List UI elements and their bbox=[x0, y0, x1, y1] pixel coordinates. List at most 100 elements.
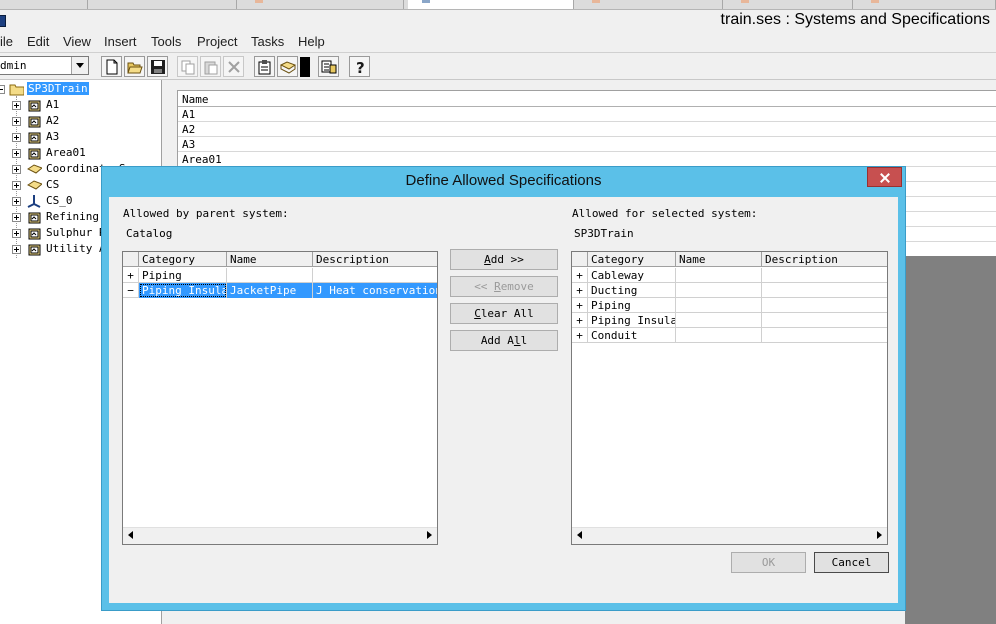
row-toggle[interactable]: + bbox=[572, 283, 588, 298]
clear-all-button[interactable]: Clear All bbox=[450, 303, 558, 324]
expand-icon[interactable] bbox=[12, 197, 21, 206]
copy-button[interactable] bbox=[177, 56, 198, 77]
menu-file[interactable]: ile bbox=[0, 34, 13, 49]
cell-description bbox=[762, 328, 887, 343]
row-toggle[interactable]: + bbox=[123, 268, 139, 283]
ok-button[interactable]: OK bbox=[731, 552, 806, 573]
expand-icon[interactable] bbox=[12, 165, 21, 174]
menu-tools[interactable]: Tools bbox=[151, 34, 181, 49]
system-icon bbox=[28, 212, 41, 224]
list-item[interactable]: Area01 bbox=[178, 152, 996, 167]
expand-icon[interactable] bbox=[12, 149, 21, 158]
expand-icon[interactable] bbox=[12, 117, 21, 126]
column-header-description[interactable]: Description bbox=[313, 252, 437, 267]
menu-insert[interactable]: Insert bbox=[104, 34, 137, 49]
tree-item[interactable]: A1 bbox=[0, 97, 160, 113]
paste-button[interactable] bbox=[200, 56, 221, 77]
table-row[interactable]: +Piping Insulation bbox=[572, 313, 887, 328]
column-header-category[interactable]: Category bbox=[139, 252, 227, 267]
tab-piece[interactable] bbox=[92, 0, 237, 9]
tree-item-root[interactable]: SP3DTrain bbox=[0, 81, 160, 97]
selected-spec-grid[interactable]: Category Name Description + Cableway + Duct… bbox=[571, 251, 888, 545]
chevron-down-icon[interactable] bbox=[71, 57, 88, 74]
open-button[interactable] bbox=[124, 56, 145, 77]
table-row[interactable]: + Piping bbox=[572, 298, 887, 313]
filter-button[interactable] bbox=[277, 56, 298, 77]
expand-icon[interactable] bbox=[12, 245, 21, 254]
cancel-button[interactable]: Cancel bbox=[814, 552, 889, 573]
parent-spec-grid[interactable]: Category Name Description + Piping − Piping… bbox=[122, 251, 438, 545]
scroll-right-icon[interactable] bbox=[427, 531, 432, 539]
tab-piece[interactable] bbox=[578, 0, 723, 9]
menu-tasks[interactable]: Tasks bbox=[251, 34, 284, 49]
tree-item[interactable]: A2 bbox=[0, 113, 160, 129]
expand-icon[interactable] bbox=[12, 133, 21, 142]
row-header-corner bbox=[123, 252, 139, 267]
horizontal-scrollbar[interactable] bbox=[572, 527, 887, 544]
table-row[interactable]: + Conduit bbox=[572, 328, 887, 343]
grid-header: Category Name Description bbox=[123, 252, 437, 267]
list-item[interactable]: A2 bbox=[178, 122, 996, 137]
table-row[interactable]: −Piping InsulationJacketPipeJ Heat conse… bbox=[123, 283, 437, 298]
cell-description bbox=[762, 298, 887, 313]
workspace-icon bbox=[321, 60, 337, 74]
column-header-description[interactable]: Description bbox=[762, 252, 887, 267]
table-row[interactable]: + Piping bbox=[123, 268, 437, 283]
row-toggle[interactable]: + bbox=[572, 268, 588, 283]
column-header-name[interactable]: Name bbox=[227, 252, 313, 267]
menu-project[interactable]: Project bbox=[197, 34, 237, 49]
help-button[interactable]: ? bbox=[349, 56, 370, 77]
menu-help[interactable]: Help bbox=[298, 34, 325, 49]
dialog-client-area: Allowed by parent system: Catalog Allowe… bbox=[109, 197, 898, 603]
workspace-button[interactable] bbox=[318, 56, 339, 77]
table-row[interactable]: + Ducting bbox=[572, 283, 887, 298]
collapse-icon[interactable] bbox=[0, 85, 5, 94]
row-toggle[interactable]: − bbox=[123, 283, 139, 298]
horizontal-scrollbar[interactable] bbox=[123, 527, 437, 544]
column-header-category[interactable]: Category bbox=[588, 252, 676, 267]
tab-piece[interactable] bbox=[241, 0, 404, 9]
scroll-left-icon[interactable] bbox=[577, 531, 582, 539]
row-toggle[interactable]: + bbox=[572, 313, 588, 328]
user-combo-value: dmin bbox=[0, 59, 27, 72]
user-combo[interactable]: dmin bbox=[0, 56, 89, 75]
list-item[interactable]: A3 bbox=[178, 137, 996, 152]
tab-piece[interactable] bbox=[857, 0, 996, 9]
list-header-name[interactable]: Name bbox=[178, 91, 996, 107]
tab-piece-active[interactable] bbox=[408, 0, 574, 9]
expand-icon[interactable] bbox=[12, 181, 21, 190]
row-toggle[interactable]: + bbox=[572, 298, 588, 313]
svg-text:?: ? bbox=[356, 59, 365, 75]
add-button[interactable]: Add >> bbox=[450, 249, 558, 270]
tree-item-label: Sulphur R bbox=[46, 226, 106, 239]
tree-item[interactable]: A3 bbox=[0, 129, 160, 145]
remove-button[interactable]: << Remove bbox=[450, 276, 558, 297]
column-header-name[interactable]: Name bbox=[676, 252, 762, 267]
menu-view[interactable]: View bbox=[63, 34, 91, 49]
system-icon bbox=[28, 132, 41, 144]
expand-icon[interactable] bbox=[12, 229, 21, 238]
tab-piece[interactable] bbox=[0, 0, 88, 9]
cell-category: Piping bbox=[588, 298, 676, 313]
delete-button[interactable] bbox=[223, 56, 244, 77]
add-all-button[interactable]: Add All bbox=[450, 330, 558, 351]
cell-name bbox=[676, 268, 762, 283]
tab-piece[interactable] bbox=[727, 0, 853, 9]
scroll-right-icon[interactable] bbox=[877, 531, 882, 539]
tree-item[interactable]: Area01 bbox=[0, 145, 160, 161]
cell-category: Piping Insulation bbox=[588, 313, 676, 328]
row-toggle[interactable]: + bbox=[572, 328, 588, 343]
tree-item-label: A1 bbox=[46, 98, 60, 111]
close-icon[interactable] bbox=[867, 167, 902, 187]
properties-button[interactable] bbox=[254, 56, 275, 77]
expand-icon[interactable] bbox=[12, 213, 21, 222]
menu-edit[interactable]: Edit bbox=[27, 34, 49, 49]
cell-name bbox=[676, 328, 762, 343]
cell-category: Piping Insulation bbox=[139, 283, 227, 298]
new-button[interactable] bbox=[101, 56, 122, 77]
expand-icon[interactable] bbox=[12, 101, 21, 110]
list-item[interactable]: A1 bbox=[178, 107, 996, 122]
save-button[interactable] bbox=[147, 56, 168, 77]
table-row[interactable]: + Cableway bbox=[572, 268, 887, 283]
scroll-left-icon[interactable] bbox=[128, 531, 133, 539]
